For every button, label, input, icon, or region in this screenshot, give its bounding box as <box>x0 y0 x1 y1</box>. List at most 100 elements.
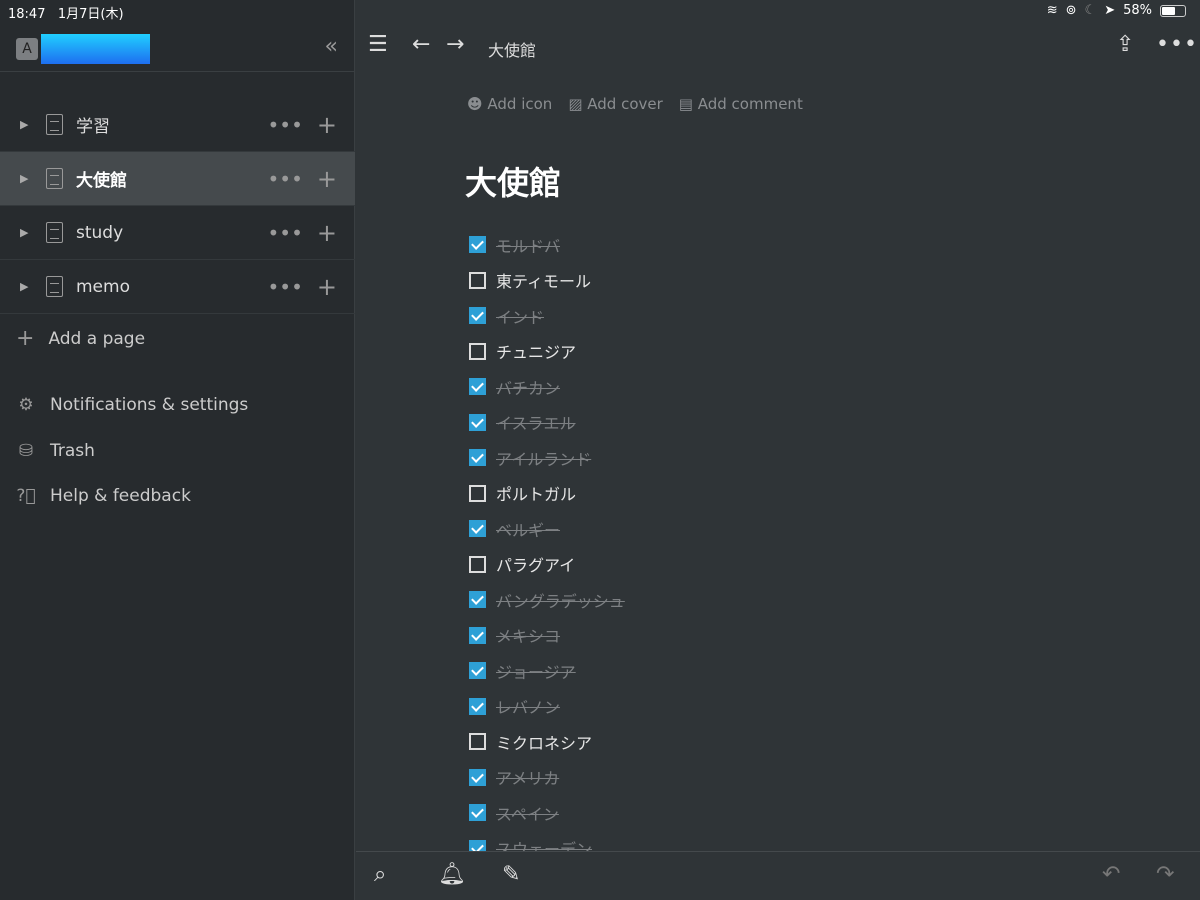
plus-icon[interactable]: + <box>317 111 337 139</box>
checkbox[interactable] <box>469 555 486 573</box>
workspace-avatar: A <box>16 38 38 60</box>
todo-item: レバノン <box>469 689 869 725</box>
todo-text[interactable]: メキシコ <box>496 623 560 647</box>
checkbox[interactable] <box>469 342 486 360</box>
checkbox[interactable] <box>469 591 486 609</box>
plus-icon[interactable]: + <box>317 219 337 247</box>
todo-item: 東ティモール <box>469 263 869 299</box>
page-icon <box>46 114 63 135</box>
checkbox[interactable] <box>469 697 486 715</box>
divider <box>0 71 355 72</box>
sidebar-page-item[interactable]: ▶ memo ••• + <box>0 260 355 314</box>
expand-triangle-icon[interactable]: ▶ <box>20 280 32 293</box>
menu-label: Help & feedback <box>50 486 191 506</box>
more-icon[interactable]: ••• <box>268 275 303 299</box>
plus-icon[interactable]: + <box>317 165 337 193</box>
todo-text[interactable]: アイルランド <box>496 446 591 470</box>
compose-icon[interactable]: ✎ <box>502 862 520 887</box>
todo-text[interactable]: ミクロネシア <box>496 730 592 754</box>
checkbox[interactable] <box>469 378 486 396</box>
todo-item: バングラデッシュ <box>469 582 869 618</box>
todo-text[interactable]: ベルギー <box>496 517 560 541</box>
expand-triangle-icon[interactable]: ▶ <box>20 226 32 239</box>
plus-icon[interactable]: + <box>317 273 337 301</box>
trash-button[interactable]: ⛁ Trash <box>16 441 95 461</box>
todo-item: ベルギー <box>469 511 869 547</box>
checkbox[interactable] <box>469 307 486 325</box>
todo-text[interactable]: バチカン <box>496 375 560 399</box>
todo-text[interactable]: レバノン <box>496 694 560 718</box>
todo-text[interactable]: チュニジア <box>496 339 576 363</box>
add-cover-label: Add cover <box>587 95 663 113</box>
todo-item: インド <box>469 298 869 334</box>
checkbox[interactable] <box>469 484 486 502</box>
checkbox[interactable] <box>469 413 486 431</box>
page-icon <box>46 276 63 297</box>
checkbox[interactable] <box>469 768 486 786</box>
todo-item: メキシコ <box>469 618 869 654</box>
add-cover-button[interactable]: ▨ Add cover <box>568 95 662 113</box>
checkbox[interactable] <box>469 236 486 254</box>
todo-text[interactable]: バングラデッシュ <box>496 588 625 612</box>
menu-icon[interactable]: ☰ <box>368 32 388 57</box>
todo-item: パラグアイ <box>469 547 869 583</box>
workspace-switcher[interactable]: A <box>16 34 150 64</box>
share-icon[interactable]: ⇪ <box>1116 32 1134 57</box>
todo-text[interactable]: イスラエル <box>496 410 576 434</box>
page-label: 学習 <box>76 117 110 137</box>
todo-item: ミクロネシア <box>469 724 869 760</box>
todo-item: イスラエル <box>469 405 869 441</box>
todo-text[interactable]: ジョージア <box>496 659 576 683</box>
todo-text[interactable]: ポルトガル <box>496 481 576 505</box>
redo-icon[interactable]: ↷ <box>1156 862 1174 887</box>
page-icon <box>46 222 63 243</box>
checkbox[interactable] <box>469 626 486 644</box>
notifications-settings-button[interactable]: ⚙ Notifications & settings <box>16 395 248 415</box>
more-icon[interactable]: ••• <box>1156 32 1198 57</box>
todo-text[interactable]: アメリカ <box>496 765 559 789</box>
topbar: ☰ ← → 大使館 ⇪ ••• <box>356 22 1200 72</box>
checkbox[interactable] <box>469 662 486 680</box>
undo-icon[interactable]: ↶ <box>1102 862 1120 887</box>
sidebar: A « ▶ 学習 ••• + ▶ 大使館 ••• + ▶ study ••• + ▶ memo ••• + +… <box>0 0 355 900</box>
page-label: 大使館 <box>76 171 127 191</box>
todo-list: モルドバ東ティモール インドチュニジアバチカンイスラエルアイルランド ポルトガルベル… <box>469 227 869 866</box>
forward-arrow-icon[interactable]: → <box>446 32 464 57</box>
checkbox[interactable] <box>469 271 486 289</box>
bell-icon[interactable]: 🔔︎ <box>438 862 466 887</box>
more-icon[interactable]: ••• <box>268 113 303 137</box>
search-icon[interactable]: ⌕ <box>374 862 386 887</box>
expand-triangle-icon[interactable]: ▶ <box>20 118 32 131</box>
todo-item: バチカン <box>469 369 869 405</box>
more-icon[interactable]: ••• <box>268 221 303 245</box>
todo-text[interactable]: スペイン <box>496 801 559 825</box>
expand-triangle-icon[interactable]: ▶ <box>20 172 32 185</box>
todo-text[interactable]: 東ティモール <box>496 268 591 292</box>
breadcrumb-title[interactable]: 大使館 <box>488 37 536 61</box>
more-icon[interactable]: ••• <box>268 167 303 191</box>
collapse-sidebar-icon[interactable]: « <box>325 34 338 59</box>
location-icon: ➤ <box>1104 3 1116 18</box>
status-bar: 18:47 1月7日(木) ≋ ⊚ ☾ ➤ 58% <box>0 0 1200 22</box>
add-icon-button[interactable]: ☻ Add icon <box>467 95 552 113</box>
todo-item: ポルトガル <box>469 476 869 512</box>
todo-text[interactable]: パラグアイ <box>496 552 575 576</box>
todo-item: チュニジア <box>469 334 869 370</box>
page-title[interactable]: 大使館 <box>465 158 561 204</box>
plus-icon: + <box>16 326 35 351</box>
todo-item: ジョージア <box>469 653 869 689</box>
checkbox[interactable] <box>469 520 486 538</box>
checkbox[interactable] <box>469 804 486 822</box>
checkbox[interactable] <box>469 449 486 467</box>
todo-text[interactable]: モルドバ <box>496 233 560 257</box>
sidebar-page-item[interactable]: ▶ 学習 ••• + <box>0 98 355 152</box>
help-feedback-button[interactable]: ?⃝ Help & feedback <box>16 486 191 506</box>
sidebar-page-item[interactable]: ▶ study ••• + <box>0 206 355 260</box>
sidebar-page-item[interactable]: ▶ 大使館 ••• + <box>0 152 355 206</box>
todo-text[interactable]: インド <box>496 304 544 328</box>
trash-icon: ⛁ <box>18 441 34 461</box>
add-page-button[interactable]: + Add a page <box>16 326 145 351</box>
add-comment-button[interactable]: ▤ Add comment <box>679 95 803 113</box>
checkbox[interactable] <box>469 733 486 751</box>
back-arrow-icon[interactable]: ← <box>412 32 430 57</box>
